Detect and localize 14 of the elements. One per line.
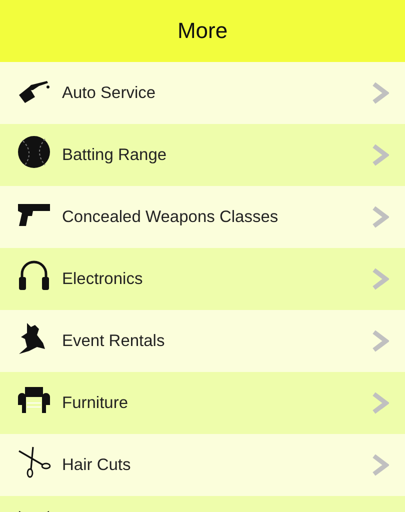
chevron-icon <box>372 392 389 414</box>
page-title: More <box>177 18 228 44</box>
list-item[interactable]: Electronics <box>0 248 405 310</box>
chevron-icon <box>372 144 389 166</box>
chevron-icon <box>372 454 389 476</box>
scissors-icon <box>17 445 51 479</box>
list-item[interactable]: Furniture <box>0 372 405 434</box>
chevron-icon <box>372 206 389 228</box>
chevron-icon <box>372 268 389 290</box>
list-item[interactable]: Batting Range <box>0 124 405 186</box>
baseball-icon <box>17 135 51 169</box>
chevron-icon <box>372 82 389 104</box>
headphones-icon <box>17 259 51 293</box>
chevron-icon <box>372 330 389 352</box>
